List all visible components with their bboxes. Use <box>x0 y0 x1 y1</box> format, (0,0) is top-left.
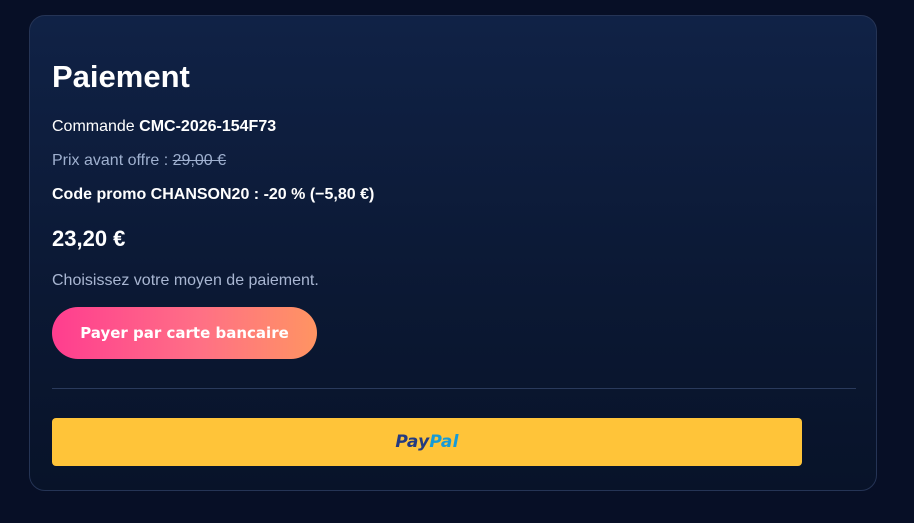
order-id: CMC-2026-154F73 <box>139 118 277 135</box>
paypal-logo-pal: Pal <box>429 432 459 452</box>
old-price-label: Prix avant offre : <box>52 152 173 169</box>
page-title: Paiement <box>52 59 190 94</box>
order-label: Commande <box>52 118 140 135</box>
divider <box>52 388 856 389</box>
payment-card: Paiement Commande CMC-2026-154F73 Prix a… <box>29 15 877 491</box>
promo-code-line: Code promo CHANSON20 : -20 % (−5,80 €) <box>52 186 375 203</box>
paypal-logo-pay: Pay <box>395 432 430 452</box>
old-price-line: Prix avant offre : 29,00 € <box>52 151 226 171</box>
payment-instructions: Choisissez votre moyen de paiement. <box>52 272 319 289</box>
old-price-value: 29,00 € <box>172 152 227 169</box>
paypal-button[interactable]: PayPal <box>52 418 802 466</box>
order-line: Commande CMC-2026-154F73 <box>52 117 276 137</box>
total-price: 23,20 € <box>52 226 126 251</box>
pay-by-card-button[interactable]: Payer par carte bancaire <box>52 307 317 359</box>
paypal-logo: PayPal <box>395 432 458 452</box>
